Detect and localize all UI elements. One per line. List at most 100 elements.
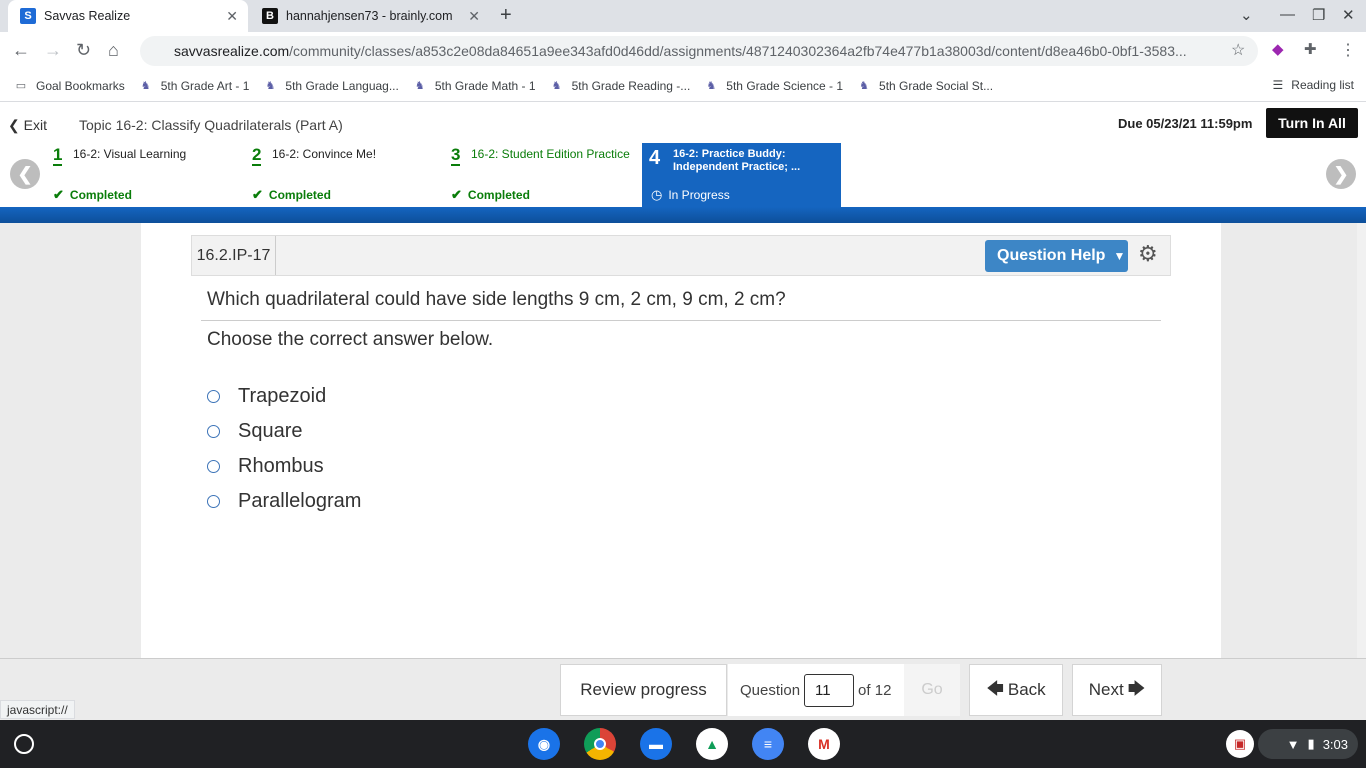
question-help-button[interactable]: Question Help ▼ [985,240,1128,272]
previous-step-arrow-icon[interactable]: ❮ [10,159,40,189]
drive-app-icon[interactable]: ▲ [696,728,728,760]
bookmark-star-icon[interactable]: ☆ [1231,40,1245,60]
address-bar[interactable]: savvasrealize.com/community/classes/a853… [140,36,1258,66]
go-button[interactable]: Go [904,664,960,716]
status-label: Completed [467,188,530,202]
bookmark-label: 5th Grade Languag... [285,78,399,93]
gmail-app-icon[interactable]: M [808,728,840,760]
answer-option[interactable]: Parallelogram [207,490,361,513]
gear-icon[interactable]: ⚙ [1138,241,1158,267]
bookmark-label: Goal Bookmarks [36,78,125,93]
next-step-arrow-icon[interactable]: ❯ [1326,159,1356,189]
screencast-app-icon[interactable]: ▣ [1226,730,1254,758]
caret-down-icon: ▼ [1113,249,1126,263]
extension-icon[interactable]: ◆ [1272,40,1284,58]
question-number-input[interactable]: 11 [804,673,855,707]
review-progress-button[interactable]: Review progress [560,664,727,716]
bookmark-item[interactable]: ♞ 5th Grade Languag... [263,79,398,93]
forward-arrow-icon[interactable]: → [44,40,62,61]
bookmark-icon: ♞ [414,80,425,92]
bookmark-item[interactable]: ♞ 5th Grade Art - 1 [139,79,250,93]
answer-option[interactable]: Rhombus [207,455,324,478]
close-tab-icon[interactable]: ✕ [468,8,480,25]
question-help-label: Question Help [997,247,1106,264]
question-panel: 16.2.IP-17 Question Help ▼ ⚙ Which quadri… [141,223,1221,660]
step-4-current[interactable]: 4 16-2: Practice Buddy: Independent Prac… [642,143,841,208]
bookmark-icon: ♞ [859,80,869,92]
bookmark-label: 5th Grade Science - 1 [726,78,844,93]
reload-icon[interactable]: ↻ [76,40,91,61]
menu-dots-icon[interactable]: ⋮ [1340,40,1356,60]
chrome-app-icon[interactable] [584,728,616,760]
tab-title: Savvas Realize [44,9,131,23]
new-tab-icon[interactable]: + [500,4,512,27]
home-icon[interactable]: ⌂ [108,40,119,61]
checkmark-icon: ✔ [451,187,462,202]
question-total: of 12 [858,681,892,699]
reading-list-label: Reading list [1291,78,1354,92]
option-label: Square [238,420,303,442]
brainly-favicon-icon: B [262,8,278,24]
step-title: 16-2: Convince Me! [272,147,377,161]
launcher-icon[interactable] [14,734,34,754]
question-label: Question [740,681,801,699]
system-tray[interactable]: ▼ ▮ 3:03 [1258,729,1358,759]
step-number: 1 [53,145,63,166]
step-title: 16-2: Visual Learning [73,147,187,161]
question-id: 16.2.IP-17 [192,236,276,275]
back-label: Back [1007,680,1046,699]
bookmark-item[interactable]: ♞ 5th Grade Science - 1 [704,79,843,93]
step-title: 16-2: Student Edition Practice [471,147,630,161]
question-text: Which quadrilateral could have side leng… [207,289,786,310]
turn-in-all-button[interactable]: Turn In All [1266,108,1358,138]
close-tab-icon[interactable]: ✕ [226,8,238,25]
tab-brainly[interactable]: B hannahjensen73 - brainly.com ✕ [250,0,490,32]
bookmark-folder[interactable]: ▭ Goal Bookmarks [14,79,125,93]
back-button[interactable]: 🡄 Back [969,664,1063,716]
tab-search-icon[interactable]: ⌄ [1240,6,1253,24]
scrollbar-track[interactable] [1357,223,1366,660]
browser-toolbar: ← → ↻ ⌂ savvasrealize.com/community/clas… [0,32,1366,70]
tab-savvas-realize[interactable]: S Savvas Realize ✕ [8,0,248,32]
option-label: Parallelogram [238,490,362,512]
radio-button[interactable] [207,460,220,473]
question-header: 16.2.IP-17 Question Help ▼ ⚙ [191,235,1171,276]
step-number: 2 [252,145,262,166]
bookmark-icon: ♞ [265,80,276,92]
reading-list-button[interactable]: ☰ Reading list [1273,78,1354,92]
folder-icon: ▭ [15,80,27,92]
step-1[interactable]: 1 16-2: Visual Learning ✔ Completed [53,143,253,207]
bookmark-item[interactable]: ♞ 5th Grade Social St... [857,79,993,93]
clock-icon: ◷ [651,187,663,202]
step-status: ✔ Completed [252,187,331,203]
bookmark-label: 5th Grade Math - 1 [434,78,536,93]
step-status: ✔ Completed [451,187,530,203]
minimize-icon[interactable]: — [1280,6,1295,23]
due-date: Due 05/23/21 11:59pm [1118,116,1253,131]
back-arrow-icon[interactable]: ← [12,40,30,61]
radio-button[interactable] [207,390,220,403]
exit-button[interactable]: ❮ Exit [8,117,47,134]
step-3[interactable]: 3 16-2: Student Edition Practice ✔ Comple… [451,143,651,207]
radio-button[interactable] [207,425,220,438]
wifi-icon: ▼ [1286,736,1300,752]
bookmark-item[interactable]: ♞ 5th Grade Math - 1 [413,79,536,93]
exit-label: Exit [23,117,47,133]
camera-app-icon[interactable]: ◉ [528,728,560,760]
next-button[interactable]: Next 🡆 [1072,664,1162,716]
divider [201,320,1161,321]
url-domain: savvasrealize.com [174,43,290,59]
restore-icon[interactable]: ❐ [1312,6,1325,24]
answer-option[interactable]: Square [207,420,303,443]
option-label: Rhombus [238,455,324,477]
step-2[interactable]: 2 16-2: Convince Me! ✔ Completed [252,143,452,207]
extensions-puzzle-icon[interactable]: ✚ [1304,40,1317,58]
progress-bar-divider [0,207,1366,223]
bookmark-item[interactable]: ♞ 5th Grade Reading -... [550,79,691,93]
close-window-icon[interactable]: ✕ [1342,6,1355,24]
radio-button[interactable] [207,495,220,508]
docs-app-icon[interactable]: ≡ [752,728,784,760]
answer-option[interactable]: Trapezoid [207,385,326,408]
files-app-icon[interactable]: ▬ [640,728,672,760]
question-navigation-bar: Review progress Question 11 of 12 Go 🡄 Ba… [0,658,1366,720]
